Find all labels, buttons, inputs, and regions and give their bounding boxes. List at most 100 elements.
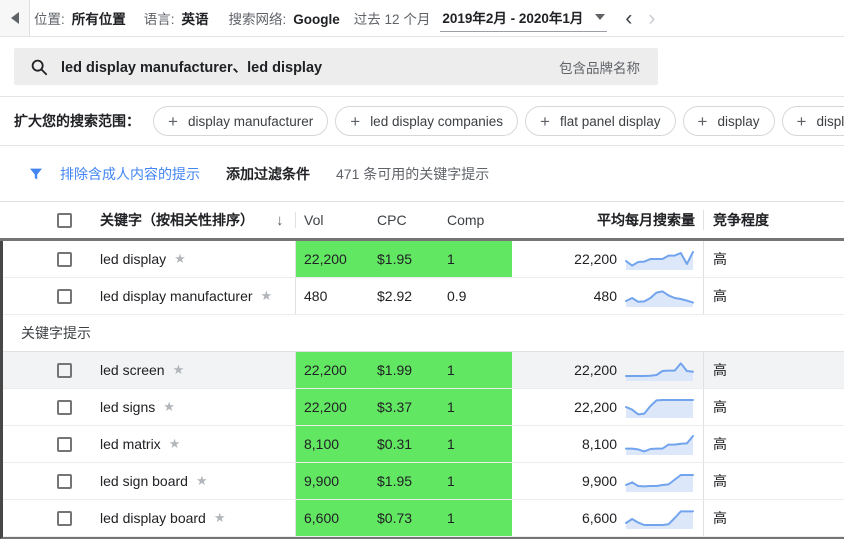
cpc-value: $2.92 <box>377 288 413 304</box>
comp-value: 1 <box>439 463 512 499</box>
keyword-text: led matrix <box>100 436 161 452</box>
row-checkbox[interactable] <box>57 436 72 452</box>
avg-monthly-searches-cell: 22,200 <box>512 241 703 277</box>
comp-value: 1 <box>439 389 512 425</box>
avg-monthly-searches-cell: 22,200 <box>512 389 703 425</box>
broaden-label: 扩大您的搜索范围： <box>14 113 140 129</box>
keyword-text: led display manufacturer <box>100 288 253 304</box>
top-filter-bar: 位置: 所有位置 语言: 英语 搜索网络: Google 过去 12 个月 20… <box>0 0 844 37</box>
row-checkbox[interactable] <box>57 510 72 526</box>
add-filter-button[interactable]: 添加过滤条件 <box>226 164 310 184</box>
back-button[interactable] <box>0 0 30 36</box>
vol-value: 22,200 <box>295 352 369 388</box>
competition-level-value: 高 <box>703 352 844 388</box>
keyword-cell: led display manufacturer ★ <box>100 278 295 314</box>
add-keyword-chip[interactable]: + display <box>682 106 775 136</box>
avg-monthly-searches-value: 22,200 <box>574 251 617 267</box>
favorite-star-icon[interactable]: ★ <box>174 251 186 267</box>
exclude-adult-filter-link[interactable]: 排除含成人内容的提示 <box>60 164 200 184</box>
include-brand-names-label[interactable]: 包含品牌名称 <box>559 57 640 77</box>
add-keyword-chip[interactable]: + led display companies <box>335 106 519 136</box>
vol-value: 22,200 <box>295 241 369 277</box>
comp-value: 1 <box>439 241 512 277</box>
table-row: led display manufacturer ★ 480 $2.92 0.9 480 高 <box>3 278 844 315</box>
avg-monthly-searches-value: 480 <box>593 288 617 304</box>
checkbox-cell <box>3 426 100 462</box>
comp-value: 0.9 <box>447 288 467 304</box>
row-checkbox[interactable] <box>57 251 72 267</box>
select-all-checkbox[interactable] <box>57 212 72 228</box>
keyword-cell: led signs ★ <box>100 389 295 425</box>
search-volume-sparkline <box>625 399 694 418</box>
favorite-star-icon[interactable]: ★ <box>169 436 181 452</box>
comp-value: 1 <box>439 352 512 388</box>
language-value[interactable]: 英语 <box>182 8 209 28</box>
favorite-star-icon[interactable]: ★ <box>261 288 273 304</box>
previous-period-button[interactable]: ‹ <box>623 8 634 29</box>
competition-level-value: 高 <box>703 278 844 314</box>
search-section: led display manufacturer、led display 包含品… <box>0 37 844 96</box>
checkbox-cell <box>3 500 100 536</box>
checkbox-cell <box>3 278 100 314</box>
competition-column-header[interactable]: 竞争程度 <box>703 210 844 230</box>
favorite-star-icon[interactable]: ★ <box>214 510 226 526</box>
plus-icon: + <box>168 111 178 131</box>
avg-monthly-searches-value: 9,900 <box>581 473 617 489</box>
search-volume-sparkline <box>625 474 694 492</box>
add-keyword-chip[interactable]: + display technology <box>781 106 844 136</box>
language-filter[interactable]: 语言: 英语 <box>144 8 209 28</box>
sort-descending-icon[interactable]: ↓ <box>276 212 284 229</box>
add-keyword-chip[interactable]: + flat panel display <box>525 106 676 136</box>
plus-icon: + <box>697 111 708 131</box>
row-checkbox[interactable] <box>57 473 72 489</box>
cpc-column-header[interactable]: CPC <box>369 212 439 228</box>
checkbox-cell <box>3 352 100 388</box>
next-period-button[interactable]: › <box>646 8 657 29</box>
location-filter[interactable]: 位置: 所有位置 <box>34 8 126 28</box>
available-keywords-count: 471 条可用的关键字提示 <box>336 165 490 182</box>
competition-level-value: 高 <box>703 426 844 462</box>
table-body: led display ★ 22,200 $1.95 1 22,200 高 led displ… <box>0 241 844 539</box>
competition-level-value: 高 <box>703 389 844 425</box>
search-query-text[interactable]: led display manufacturer、led display <box>61 56 322 77</box>
chip-label: flat panel display <box>559 113 661 129</box>
keyword-cell: led sign board ★ <box>100 463 295 499</box>
broaden-search-section: 扩大您的搜索范围： + display manufacturer + led disp… <box>0 97 844 146</box>
cpc-value: $1.95 <box>369 463 439 499</box>
checkbox-cell <box>3 389 100 425</box>
comp-column-header[interactable]: Comp <box>439 212 512 228</box>
chip-label: display technology <box>816 113 844 129</box>
network-filter[interactable]: 搜索网络: Google <box>229 8 340 28</box>
network-label: 搜索网络: <box>228 12 287 27</box>
keyword-column-header[interactable]: 关键字（按相关性排序） <box>100 210 254 230</box>
keyword-text: led display board <box>100 510 206 526</box>
row-checkbox[interactable] <box>57 288 72 304</box>
table-row: led matrix ★ 8,100 $0.31 1 8,100 高 <box>3 426 844 463</box>
chevron-down-icon <box>595 13 606 20</box>
favorite-star-icon[interactable]: ★ <box>163 399 175 415</box>
favorite-star-icon[interactable]: ★ <box>173 362 185 378</box>
row-checkbox[interactable] <box>57 362 72 378</box>
keyword-cell: led display board ★ <box>100 500 295 536</box>
search-volume-sparkline <box>625 362 694 381</box>
competition-level-value: 高 <box>703 241 844 277</box>
suggestion-chips: + display manufacturer + led display compan… <box>153 106 844 136</box>
favorite-star-icon[interactable]: ★ <box>196 473 208 489</box>
add-keyword-chip[interactable]: + display manufacturer <box>153 106 329 136</box>
avg-monthly-searches-header[interactable]: 平均每月搜索量 <box>512 210 703 230</box>
network-value[interactable]: Google <box>293 12 340 27</box>
keyword-search-box[interactable]: led display manufacturer、led display 包含品… <box>14 48 658 85</box>
cpc-value: $1.99 <box>369 352 439 388</box>
competition-level-value: 高 <box>703 463 844 499</box>
location-label: 位置: <box>34 12 65 27</box>
table-row: led display ★ 22,200 $1.95 1 22,200 高 <box>3 241 844 278</box>
table-row: led screen ★ 22,200 $1.99 1 22,200 高 <box>3 352 844 389</box>
vol-column-header[interactable]: Vol <box>295 212 369 228</box>
keyword-cell: led display ★ <box>100 241 295 277</box>
date-range-select[interactable]: 2019年2月 - 2020年1月 <box>440 5 608 32</box>
search-volume-sparkline <box>625 251 694 270</box>
chip-label: display manufacturer <box>187 113 314 129</box>
search-volume-sparkline <box>625 290 694 307</box>
location-value[interactable]: 所有位置 <box>72 8 126 28</box>
row-checkbox[interactable] <box>57 399 72 415</box>
